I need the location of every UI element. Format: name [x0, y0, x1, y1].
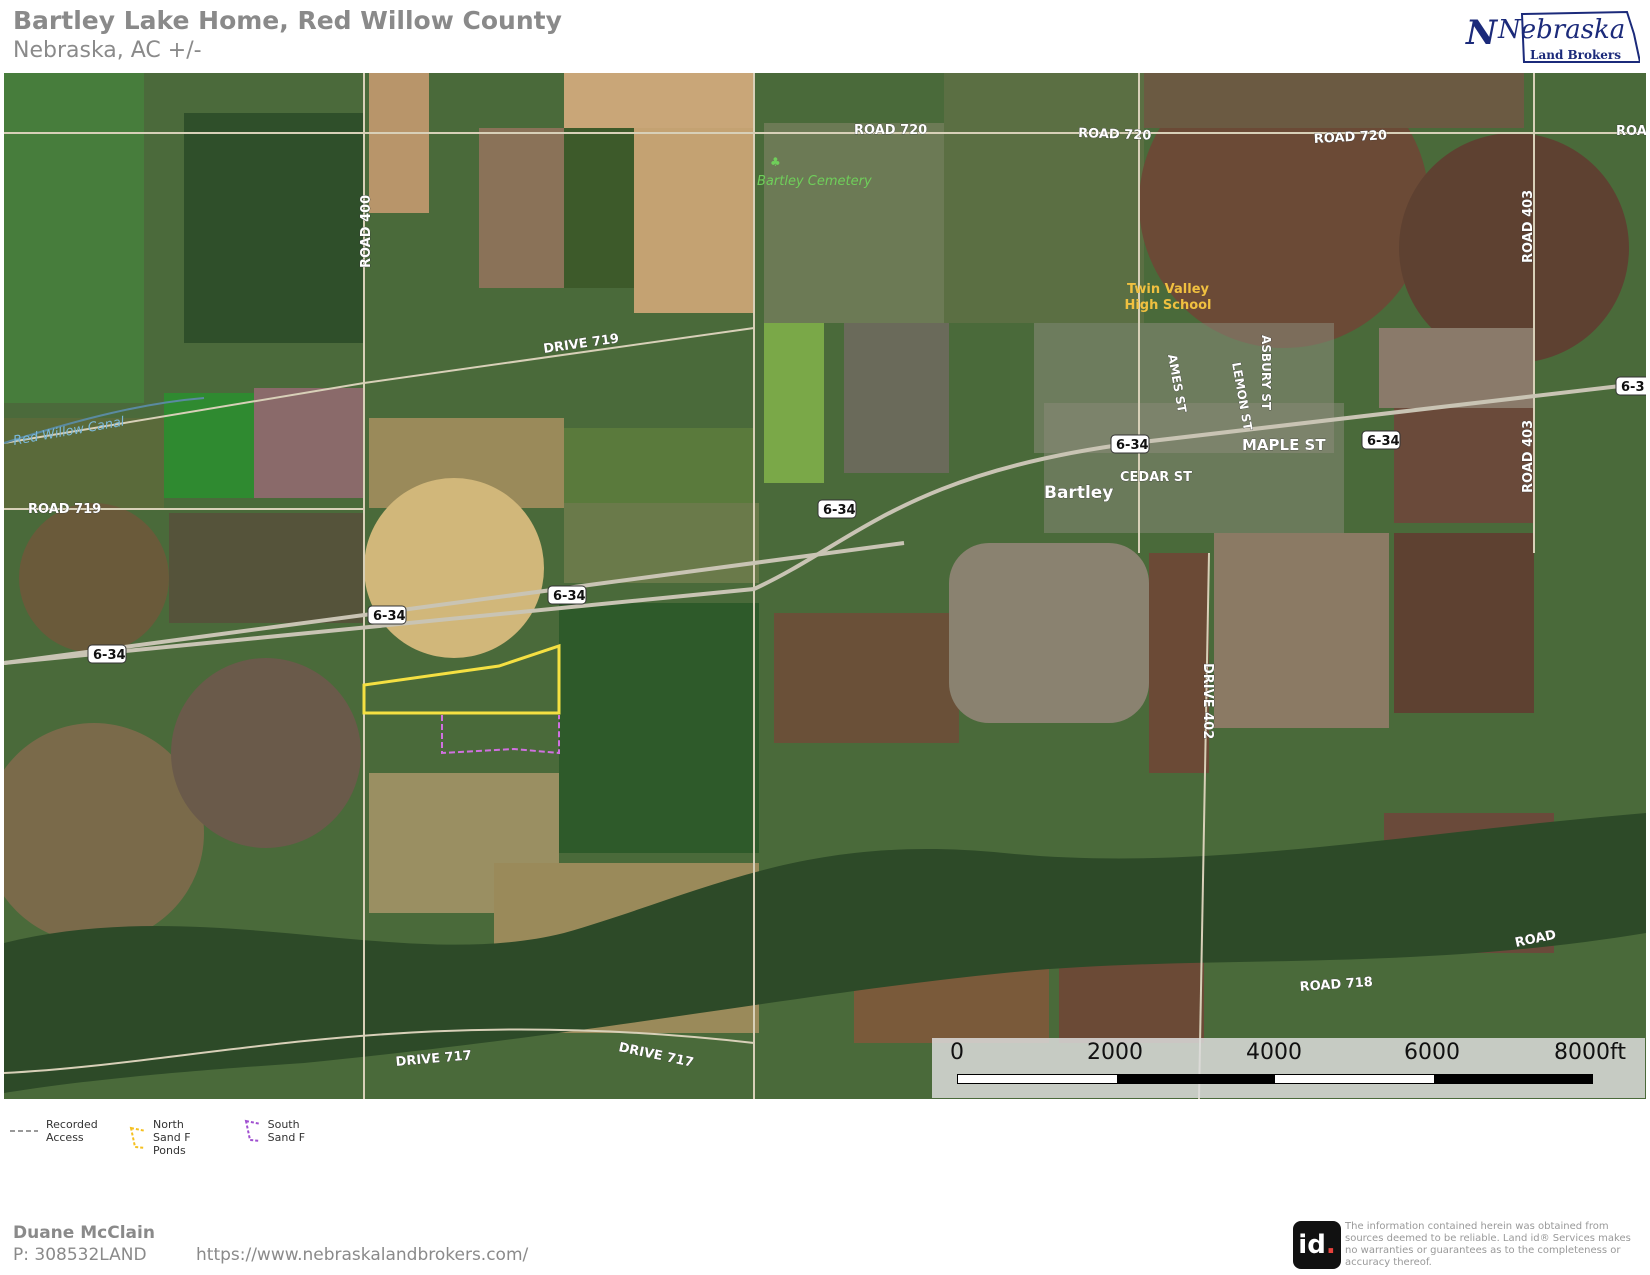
- svg-text:6-34: 6-34: [1367, 434, 1400, 449]
- disclaimer-text: The information contained herein was obt…: [1345, 1221, 1631, 1268]
- nebraska-land-brokers-logo: N Nebraska Land Brokers: [1462, 4, 1642, 66]
- highway-shield: 6-34: [367, 605, 407, 625]
- svg-text:6-34: 6-34: [373, 609, 406, 624]
- svg-text:6-34: 6-34: [823, 503, 856, 518]
- legend-label: North Sand F: [153, 1118, 191, 1144]
- road-403-label: ROAD 403: [1521, 420, 1536, 493]
- legend-label: Recorded: [46, 1118, 98, 1131]
- road-719-label: ROAD 719: [28, 502, 101, 517]
- agent-name: Duane McClain: [13, 1223, 155, 1243]
- asbury-st-label: ASBURY ST: [1259, 335, 1273, 411]
- legend-label: South Sand F: [267, 1118, 306, 1144]
- legend-item: South Sand F: [243, 1118, 311, 1144]
- scale-bar: 0 2000 4000 6000 8000ft: [932, 1038, 1645, 1098]
- legend-item: North Sand F Ponds: [128, 1118, 197, 1157]
- scale-tick: 8000ft: [1554, 1040, 1626, 1065]
- dashed-line-icon: [10, 1130, 38, 1132]
- road-400-label: ROAD 400: [359, 195, 374, 268]
- legend-label: Access: [46, 1131, 84, 1144]
- svg-text:6-3: 6-3: [1621, 380, 1645, 395]
- town-label: Bartley: [1044, 483, 1113, 503]
- cedar-st-label: CEDAR ST: [1120, 470, 1192, 485]
- highway-shield: 6-34: [1110, 434, 1150, 454]
- scale-tick: 2000: [1087, 1040, 1143, 1065]
- road-720-label: ROA: [1616, 124, 1646, 139]
- highway-shield: 6-34: [87, 644, 127, 664]
- svg-text:6-34: 6-34: [1116, 438, 1149, 453]
- purple-polygon-icon: [244, 1119, 260, 1142]
- agent-phone: P: 308532LAND: [13, 1245, 147, 1265]
- maple-st-label: MAPLE ST: [1242, 436, 1326, 454]
- drive-402-label: DRIVE 402: [1200, 663, 1215, 739]
- legend-item: Recorded Access: [10, 1118, 98, 1144]
- svg-text:6-34: 6-34: [553, 589, 586, 604]
- yellow-polygon-icon: [129, 1126, 146, 1149]
- road-720-label: ROAD 720: [1078, 126, 1152, 144]
- highway-shield: 6-3: [1615, 376, 1646, 396]
- svg-text:Nebraska: Nebraska: [1497, 15, 1625, 45]
- legend-label: Ponds: [153, 1144, 186, 1157]
- scale-bar-graphic: [957, 1074, 1593, 1084]
- road-403-label: ROAD 403: [1521, 190, 1536, 263]
- map-title: Bartley Lake Home, Red Willow County: [13, 6, 562, 35]
- highway-shield: 6-34: [547, 585, 587, 605]
- highway-shield: 6-34: [817, 499, 857, 519]
- website-link[interactable]: https://www.nebraskalandbrokers.com/: [196, 1245, 528, 1265]
- aerial-map[interactable]: ROAD 720 ROAD 720 ROAD 720 ROA ROAD 400 …: [4, 73, 1646, 1099]
- school-label: High School: [1124, 298, 1211, 313]
- scale-tick: 0: [950, 1040, 964, 1065]
- road-720-label: ROAD 720: [854, 123, 927, 138]
- land-id-logo: id.: [1293, 1221, 1341, 1269]
- scale-tick: 6000: [1404, 1040, 1460, 1065]
- svg-text:6-34: 6-34: [93, 648, 126, 663]
- svg-text:N: N: [1465, 13, 1499, 53]
- svg-text:Land Brokers: Land Brokers: [1530, 48, 1621, 62]
- cemetery-label: Bartley Cemetery: [757, 174, 872, 189]
- school-label: Twin Valley: [1127, 282, 1210, 297]
- scale-tick: 4000: [1246, 1040, 1302, 1065]
- cemetery-icon: ♣: [770, 155, 781, 169]
- map-subtitle: Nebraska, AC +/-: [13, 38, 202, 63]
- highway-shield: 6-34: [1361, 430, 1401, 450]
